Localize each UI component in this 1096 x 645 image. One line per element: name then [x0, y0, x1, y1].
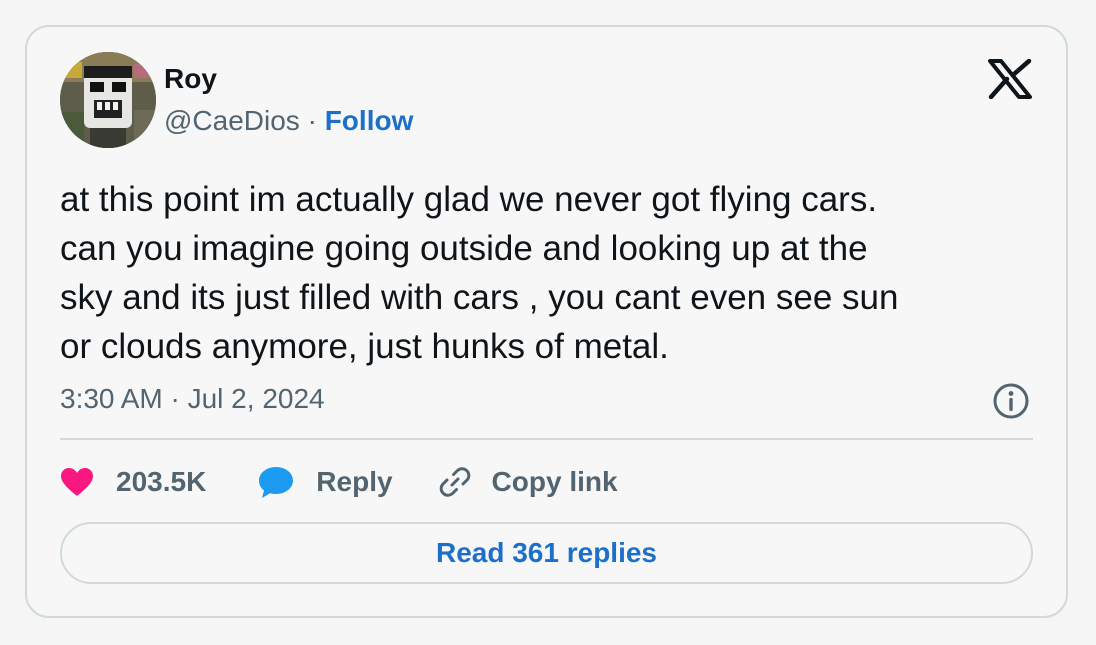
divider [60, 438, 1033, 440]
read-replies-label: Read 361 replies [435, 537, 658, 568]
like-count: 203.5K [116, 466, 207, 497]
author-handle[interactable]: @CaeDios [164, 105, 300, 136]
avatar-image [60, 52, 156, 148]
copy-link-button[interactable]: Copy link [437, 464, 618, 500]
tweet-text-line: at this point im actually glad we never … [60, 180, 878, 219]
info-icon[interactable] [992, 382, 1030, 420]
reply-label: Reply [316, 466, 393, 497]
tweet-card: Roy @CaeDios · Follow at this point im a… [25, 25, 1068, 618]
copy-link-label: Copy link [491, 466, 618, 497]
handle-separator: · [299, 105, 325, 136]
tweet-text-line: or clouds anymore, just hunks of metal. [60, 327, 669, 366]
reply-button[interactable]: Reply [258, 465, 393, 499]
avatar[interactable] [60, 52, 156, 148]
author-handle-row: @CaeDios · Follow [164, 105, 413, 137]
author-name[interactable]: Roy [164, 63, 217, 95]
speech-bubble-icon [259, 467, 294, 498]
action-bar: 203.5K Reply Copy link [60, 462, 618, 502]
tweet-timestamp[interactable]: 3:30 AM · Jul 2, 2024 [60, 383, 325, 415]
tweet-text-line: sky and its just filled with cars , you … [60, 278, 899, 317]
link-icon [439, 467, 470, 497]
read-replies-button[interactable]: Read 361 replies [60, 522, 1033, 584]
heart-icon [61, 468, 93, 496]
like-button[interactable]: 203.5K [60, 466, 206, 498]
tweet-text-line: can you imagine going outside and lookin… [60, 229, 868, 268]
x-logo-icon[interactable] [988, 58, 1032, 100]
tweet-text: at this point im actually glad we never … [60, 175, 1040, 371]
follow-button[interactable]: Follow [325, 105, 414, 136]
